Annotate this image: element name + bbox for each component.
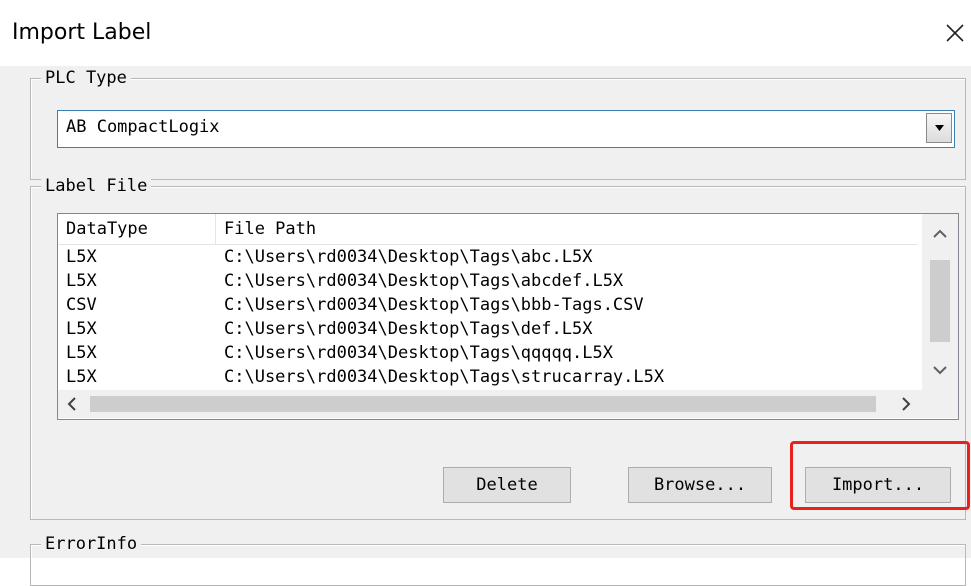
label-file-list[interactable]: DataType File Path L5X C:\Users\rd0034\D… — [57, 213, 959, 420]
dialog-client-area: PLC Type AB CompactLogix Label File Data… — [8, 66, 971, 586]
list-rows: L5X C:\Users\rd0034\Desktop\Tags\abc.L5X… — [58, 245, 918, 390]
chevron-left-icon[interactable] — [58, 390, 86, 418]
list-header: DataType File Path — [58, 214, 918, 245]
row-file-path: C:\Users\rd0034\Desktop\Tags\abcdef.L5X — [224, 271, 624, 291]
row-datatype: L5X — [66, 319, 97, 339]
table-row[interactable]: L5X C:\Users\rd0034\Desktop\Tags\qqqqq.L… — [58, 341, 918, 365]
browse-button[interactable]: Browse... — [628, 467, 772, 503]
chevron-up-icon[interactable] — [922, 214, 958, 254]
row-datatype: CSV — [66, 295, 97, 315]
table-row[interactable]: L5X C:\Users\rd0034\Desktop\Tags\def.L5X — [58, 317, 918, 341]
row-file-path: C:\Users\rd0034\Desktop\Tags\qqqqq.L5X — [224, 343, 613, 363]
table-row[interactable]: L5X C:\Users\rd0034\Desktop\Tags\abc.L5X — [58, 245, 918, 269]
row-file-path: C:\Users\rd0034\Desktop\Tags\abc.L5X — [224, 247, 593, 267]
row-datatype: L5X — [66, 343, 97, 363]
column-header-datatype[interactable]: DataType — [58, 214, 216, 244]
vertical-scrollbar[interactable] — [922, 214, 958, 390]
delete-button[interactable]: Delete — [443, 467, 571, 503]
vertical-scroll-thumb[interactable] — [930, 260, 950, 342]
horizontal-scroll-thumb[interactable] — [90, 396, 876, 412]
table-row[interactable]: L5X C:\Users\rd0034\Desktop\Tags\strucar… — [58, 365, 918, 389]
row-datatype: L5X — [66, 271, 97, 291]
chevron-right-icon[interactable] — [890, 390, 922, 418]
dropdown-button[interactable] — [926, 113, 952, 143]
row-datatype: L5X — [66, 367, 97, 387]
row-file-path: C:\Users\rd0034\Desktop\Tags\strucarray.… — [224, 367, 665, 387]
close-icon[interactable] — [944, 22, 966, 44]
label-file-legend: Label File — [41, 175, 152, 197]
horizontal-scrollbar[interactable] — [58, 390, 922, 418]
plc-type-group: PLC Type AB CompactLogix — [30, 67, 966, 180]
column-header-file-path[interactable]: File Path — [216, 214, 918, 244]
error-info-group: ErrorInfo — [30, 533, 966, 586]
table-row[interactable]: CSV C:\Users\rd0034\Desktop\Tags\bbb-Tag… — [58, 293, 918, 317]
plc-type-legend: PLC Type — [41, 67, 131, 89]
chevron-down-icon — [935, 125, 944, 131]
dialog-title: Import Label — [12, 20, 152, 45]
import-label-dialog: Import Label PLC Type AB CompactLogix La… — [0, 0, 971, 586]
chevron-down-icon[interactable] — [922, 350, 958, 390]
title-bar[interactable]: Import Label — [0, 0, 971, 66]
highlight-box — [790, 441, 970, 510]
row-file-path: C:\Users\rd0034\Desktop\Tags\bbb-Tags.CS… — [224, 295, 644, 315]
plc-type-select[interactable]: AB CompactLogix — [57, 110, 955, 148]
error-info-legend: ErrorInfo — [41, 533, 142, 555]
row-datatype: L5X — [66, 247, 97, 267]
window-left-border — [0, 66, 8, 558]
row-file-path: C:\Users\rd0034\Desktop\Tags\def.L5X — [224, 319, 593, 339]
plc-type-value: AB CompactLogix — [66, 117, 220, 137]
table-row[interactable]: L5X C:\Users\rd0034\Desktop\Tags\abcdef.… — [58, 269, 918, 293]
scrollbar-corner — [922, 390, 958, 418]
